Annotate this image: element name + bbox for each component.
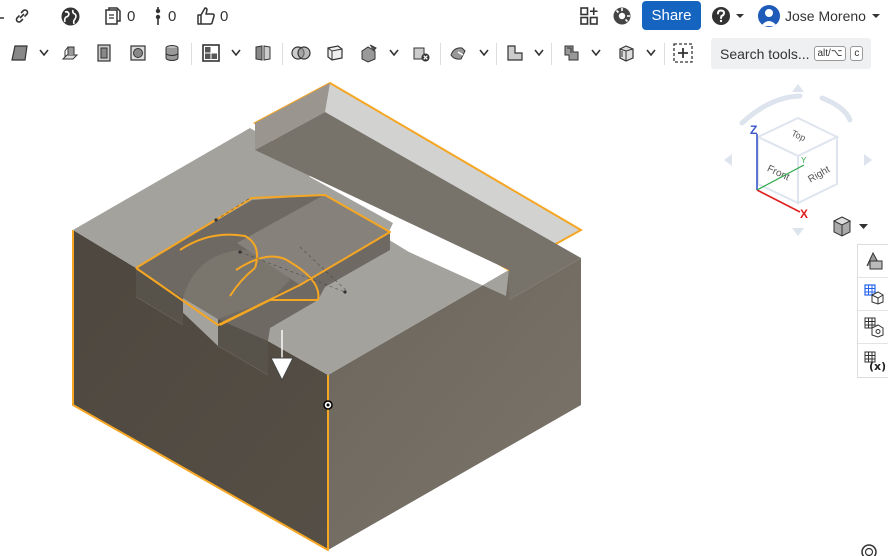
rotate-indicator-icon (861, 544, 877, 556)
documents-count: 0 (127, 7, 136, 25)
graphics-viewport[interactable]: Top Front Right Z X Y (0, 72, 888, 556)
search-tools-input[interactable]: Search tools... alt/⌥ c (711, 38, 871, 69)
chevron-down-icon (646, 49, 656, 57)
section-dropdown[interactable] (533, 46, 545, 60)
delete-part-icon[interactable] (408, 39, 434, 67)
chevron-down-icon (479, 49, 489, 57)
boolean-icon[interactable] (288, 39, 314, 67)
mirror-icon[interactable] (250, 39, 276, 67)
user-menu[interactable]: Jose Moreno (758, 0, 881, 32)
axis-y-label: Y (801, 156, 807, 165)
link-icon[interactable] (13, 0, 31, 32)
chevron-down-icon (534, 49, 544, 57)
measure-icon[interactable] (558, 39, 584, 67)
measure-dropdown[interactable] (590, 46, 602, 60)
pattern-icon[interactable] (356, 39, 382, 67)
shell-icon[interactable] (198, 39, 224, 67)
extrude-icon[interactable] (57, 39, 83, 67)
share-button[interactable]: Share (642, 1, 701, 30)
search-tools-label: Search tools... (720, 45, 810, 62)
svg-text:(x): (x) (869, 360, 885, 372)
part-model[interactable] (72, 81, 584, 551)
like-icon (197, 7, 215, 25)
chevron-down-icon (389, 49, 399, 57)
variables-icon: (x) (864, 351, 885, 372)
help-menu[interactable] (711, 0, 745, 32)
versions-icon (155, 7, 161, 25)
overflow-hint (0, 0, 6, 32)
configurations-panel-button[interactable] (858, 311, 888, 344)
user-name: Jose Moreno (785, 8, 866, 24)
sketch-icon[interactable] (7, 39, 33, 67)
chevron-down-icon (871, 14, 880, 18)
variables-panel-button[interactable]: (x) (858, 344, 888, 377)
axis-x-label: X (800, 207, 808, 221)
add-custom-feature-icon[interactable] (670, 39, 696, 67)
vertex-handle[interactable] (323, 400, 333, 410)
globe-icon[interactable] (60, 0, 81, 32)
chevron-down-icon (736, 14, 744, 18)
right-panel: (x) (857, 244, 888, 378)
revolve-icon[interactable] (91, 39, 117, 67)
chevron-down-icon (591, 49, 601, 57)
appearance-panel-button[interactable] (858, 245, 888, 278)
versions-counter[interactable]: 0 (152, 0, 176, 32)
fillet-icon[interactable] (159, 39, 185, 67)
documents-icon (105, 7, 121, 25)
add-app-icon[interactable] (579, 0, 599, 32)
appearance-icon (866, 251, 882, 270)
view-cube[interactable]: Top Front Right Z X Y (724, 84, 872, 236)
shortcut-key-c: c (850, 46, 864, 61)
shell-dropdown[interactable] (230, 46, 242, 60)
plane-icon[interactable] (322, 39, 348, 67)
likes-count: 0 (220, 7, 229, 25)
view-options-button[interactable] (832, 216, 868, 237)
mate-icon[interactable] (446, 39, 472, 67)
top-bar: 0 0 0 Share Jose Moreno (0, 0, 888, 32)
axis-z-label: Z (750, 123, 757, 137)
documents-counter[interactable]: 0 (103, 0, 135, 32)
likes-counter[interactable]: 0 (196, 0, 228, 32)
bom-grid-icon (863, 284, 883, 305)
chevron-down-icon (39, 49, 49, 57)
help-icon (712, 7, 730, 25)
section-icon[interactable] (502, 39, 528, 67)
properties-panel-button[interactable] (858, 278, 888, 311)
sketch-dropdown[interactable] (38, 46, 50, 60)
configurations-icon (864, 317, 883, 338)
avatar (758, 5, 780, 27)
versions-count: 0 (168, 7, 177, 25)
pattern-dropdown[interactable] (388, 46, 400, 60)
display-states-dropdown[interactable] (645, 46, 657, 60)
display-states-icon[interactable] (613, 39, 639, 67)
app-store-icon[interactable] (612, 0, 632, 32)
mate-dropdown[interactable] (478, 46, 490, 60)
chevron-down-icon (231, 49, 241, 57)
shortcut-key-alt: alt/⌥ (813, 46, 847, 61)
sweep-icon[interactable] (125, 39, 151, 67)
